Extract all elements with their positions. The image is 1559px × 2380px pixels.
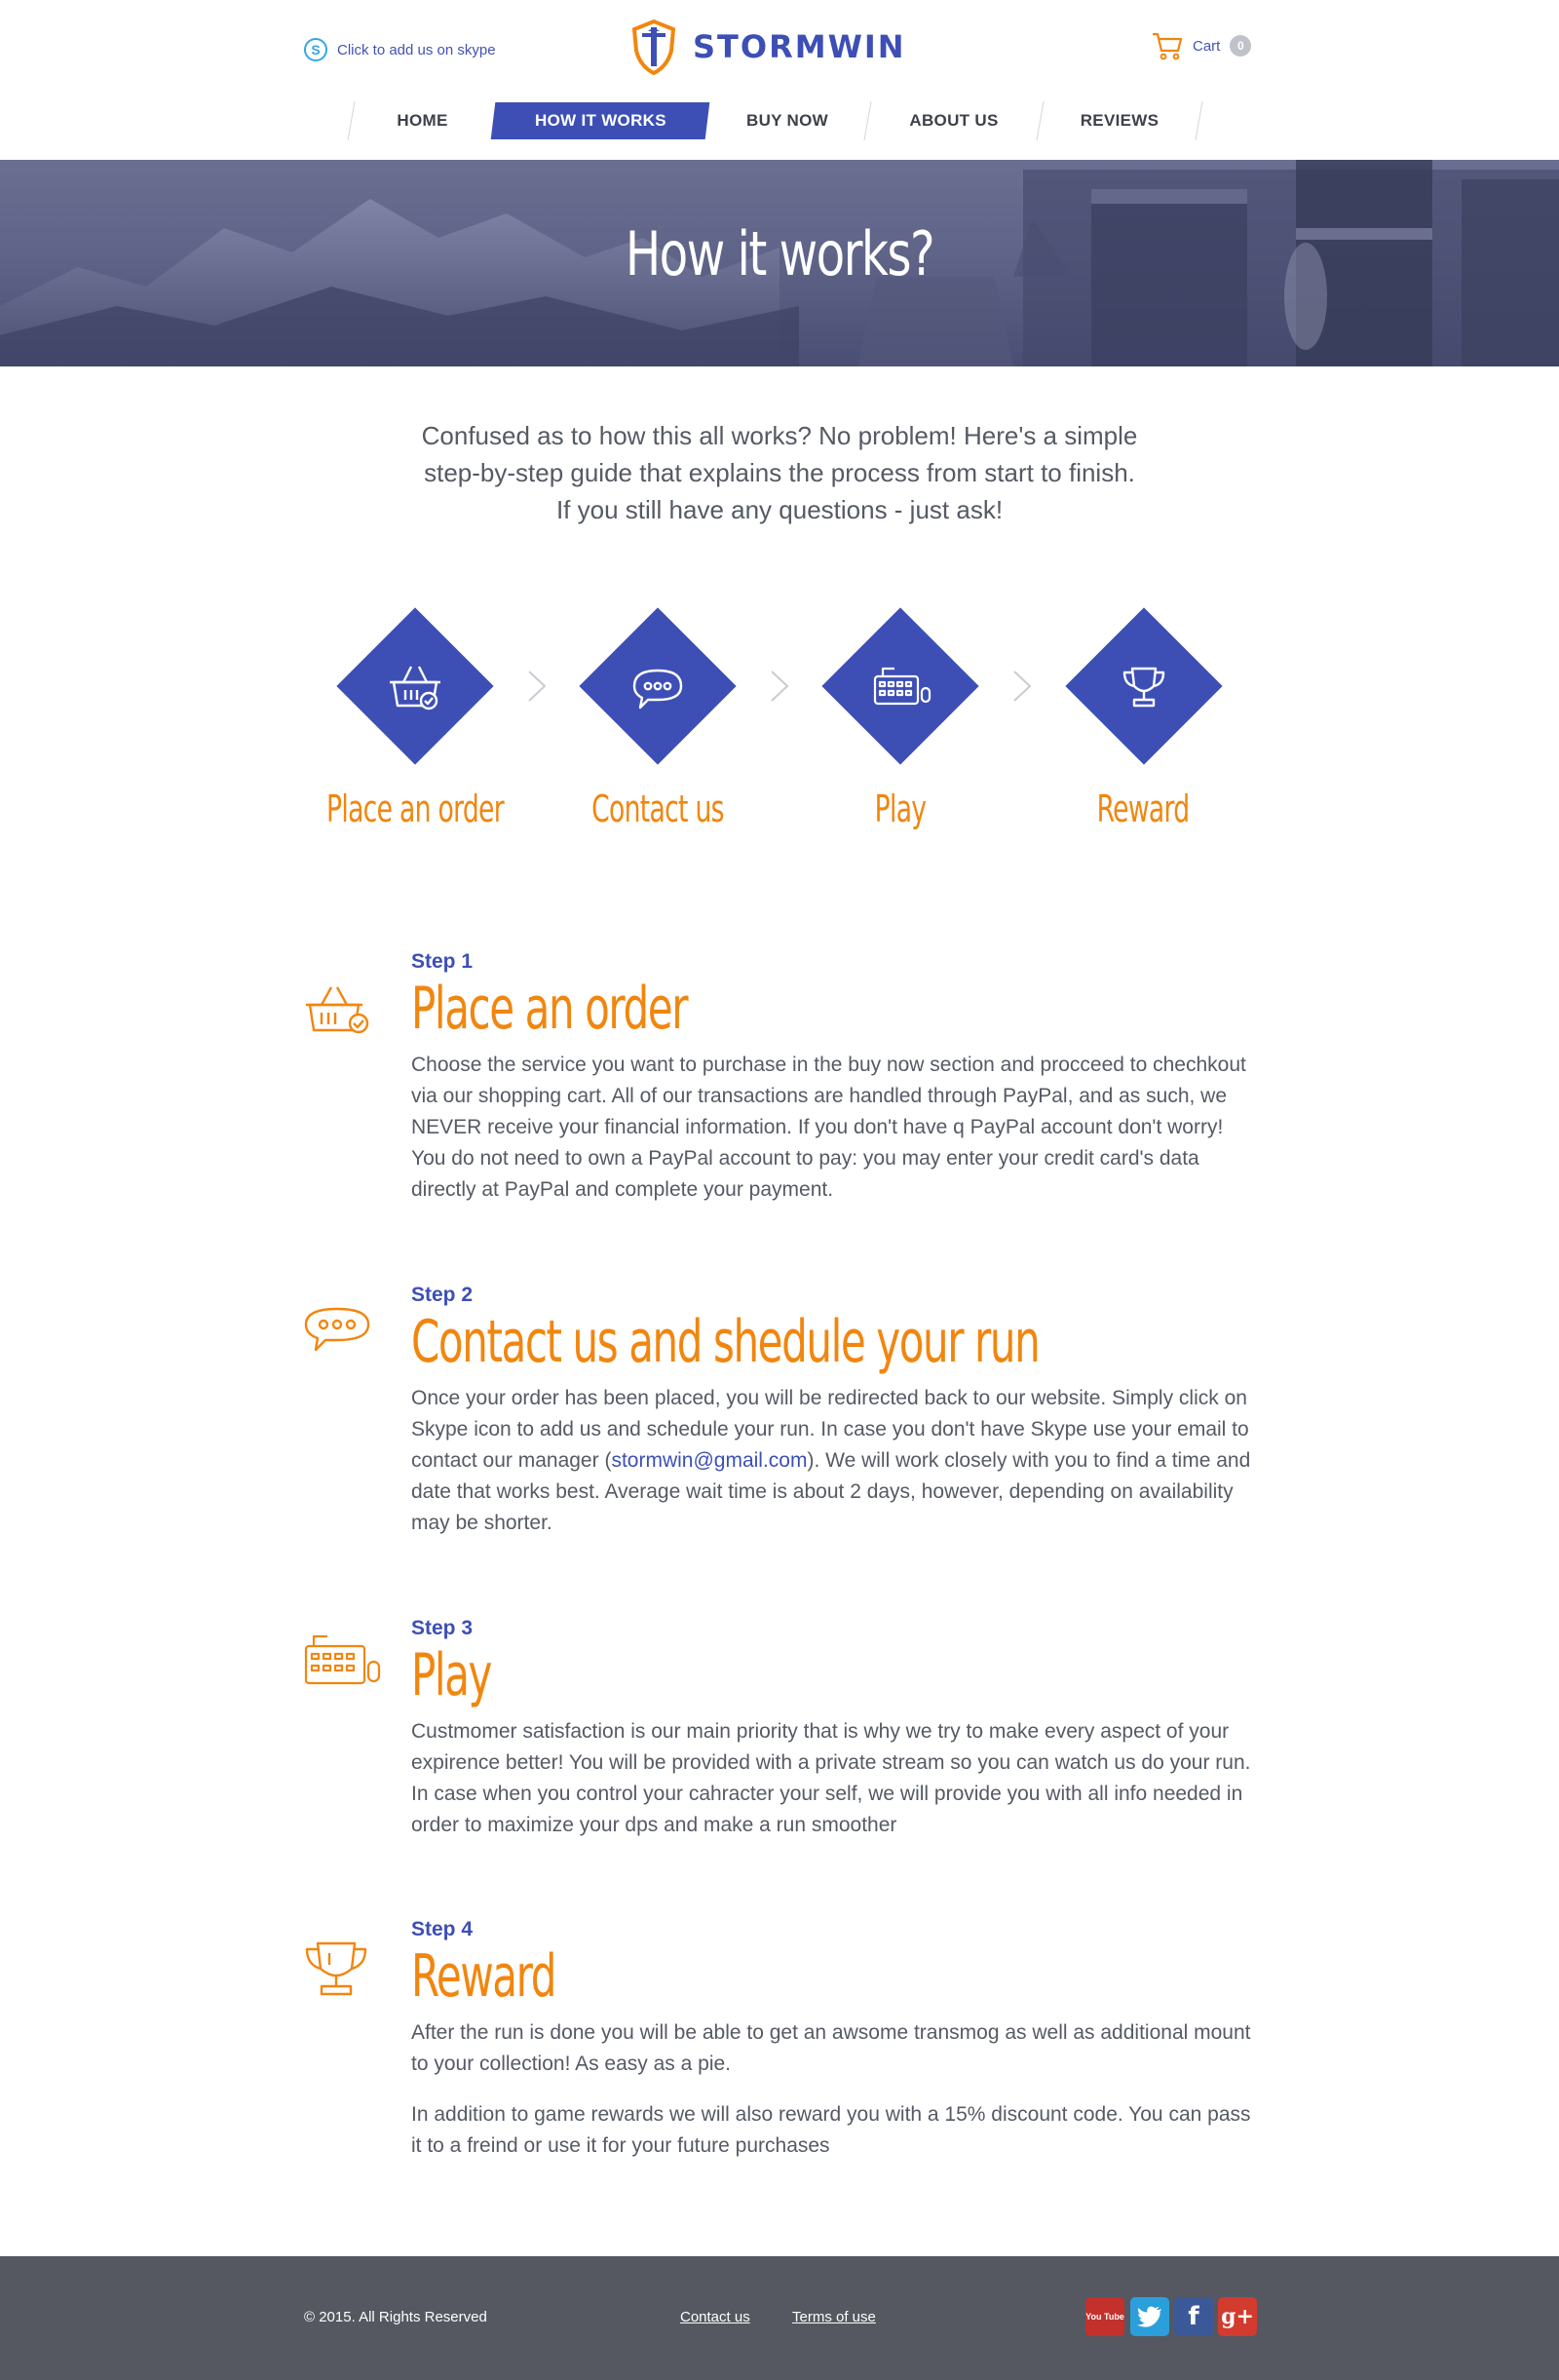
intro-line: If you still have any questions - just a… [555, 495, 1004, 524]
chevron-right-icon [1011, 670, 1033, 703]
process-step-contact[interactable] [579, 607, 737, 765]
skype-icon: S [304, 38, 327, 61]
process-step-order[interactable] [336, 607, 494, 765]
twitter-icon[interactable] [1130, 2297, 1169, 2336]
copyright-text: © 2015. All Rights Reserved [304, 2309, 487, 2325]
nav-item-buy-now[interactable]: BUY NOW [707, 102, 867, 139]
nav-item-about-us[interactable]: ABOUT US [868, 102, 1040, 139]
step-description: Choose the service you want to purchase … [411, 1054, 1246, 1201]
step-title: Reward [411, 1942, 556, 2011]
trophy-icon [1122, 667, 1165, 708]
step-paragraph: In addition to game rewards we will also… [411, 2103, 1251, 2157]
site-footer: © 2015. All Rights Reserved Contact us T… [0, 2256, 1559, 2380]
logo-text: STORMWIN [693, 28, 906, 65]
intro-text: Confused as to how this all works? No pr… [370, 417, 1189, 528]
main-nav: HOME HOW IT WORKS BUY NOW ABOUT US REVIE… [347, 101, 1203, 140]
cart-count-badge: 0 [1230, 35, 1252, 57]
process-step-reward[interactable] [1065, 607, 1223, 765]
keyboard-icon [873, 667, 932, 706]
step-description: Custmomer satisfaction is our main prior… [411, 1720, 1251, 1836]
hero-title: How it works? [625, 218, 935, 289]
chat-icon [304, 1307, 370, 1352]
google-plus-label: g+ [1221, 2304, 1254, 2329]
youtube-icon[interactable]: You Tube [1085, 2297, 1124, 2336]
process-label-reward[interactable]: Reward [1054, 787, 1232, 830]
footer-link-terms[interactable]: Terms of use [792, 2309, 876, 2325]
step-number: Step 4 [411, 1918, 474, 1940]
logo-shield-icon [631, 19, 676, 76]
keyboard-icon [304, 1634, 381, 1685]
basket-icon [306, 986, 369, 1034]
process-label-play[interactable]: Play [812, 787, 989, 830]
nav-item-how-it-works[interactable]: HOW IT WORKS [490, 102, 710, 139]
google-plus-icon[interactable]: g+ [1218, 2297, 1257, 2336]
intro-line: step-by-step guide that explains the pro… [424, 458, 1135, 487]
chevron-right-icon [526, 670, 548, 703]
cart-icon [1153, 32, 1183, 60]
chevron-right-icon [769, 670, 790, 703]
step-title: Play [411, 1641, 492, 1709]
skype-link[interactable]: S Click to add us on skype [304, 38, 496, 61]
step-paragraph: After the run is done you will be able t… [411, 2021, 1251, 2075]
twitter-bird-icon [1137, 2306, 1161, 2327]
facebook-label: f [1188, 2302, 1199, 2331]
footer-link-contact[interactable]: Contact us [680, 2309, 750, 2325]
step-body-1: Step 1 Place an order Choose the service… [411, 950, 1259, 1206]
step-number: Step 3 [411, 1617, 474, 1639]
step-body-4: Step 4 Reward After the run is done you … [411, 1918, 1259, 2162]
process-step-play[interactable] [821, 607, 979, 765]
trophy-icon [305, 1941, 367, 1996]
facebook-icon[interactable]: f [1174, 2297, 1213, 2336]
site-header: S Click to add us on skype STORMWIN Cart… [0, 0, 1559, 97]
process-label-contact[interactable]: Contact us [569, 787, 746, 830]
step-title: Place an order [411, 975, 689, 1043]
step-number: Step 1 [411, 950, 474, 973]
chat-icon [632, 669, 683, 710]
step-body-3: Step 3 Play Custmomer satisfaction is ou… [411, 1617, 1259, 1841]
step-body-2: Step 2 Contact us and shedule your run O… [411, 1284, 1259, 1539]
step-description: Once your order has been placed, you wil… [411, 1383, 1259, 1539]
youtube-label: You Tube [1085, 2312, 1124, 2322]
nav-item-home[interactable]: HOME [352, 102, 493, 139]
hero-banner: How it works? [0, 160, 1559, 366]
intro-line: Confused as to how this all works? No pr… [421, 421, 1138, 450]
site-logo[interactable]: STORMWIN [628, 18, 906, 76]
step-number: Step 2 [411, 1284, 474, 1306]
email-link[interactable]: stormwin@gmail.com [611, 1449, 807, 1472]
cart-button[interactable]: Cart 0 [1152, 31, 1252, 60]
step-description: After the run is done you will be able t… [411, 2017, 1259, 2162]
skype-text: Click to add us on skype [337, 41, 496, 58]
nav-item-reviews[interactable]: REVIEWS [1041, 102, 1198, 139]
cart-label: Cart [1193, 37, 1221, 55]
basket-icon [390, 666, 440, 710]
step-title: Contact us and shedule your run [411, 1308, 1041, 1376]
process-label-order[interactable]: Place an order [326, 787, 505, 830]
